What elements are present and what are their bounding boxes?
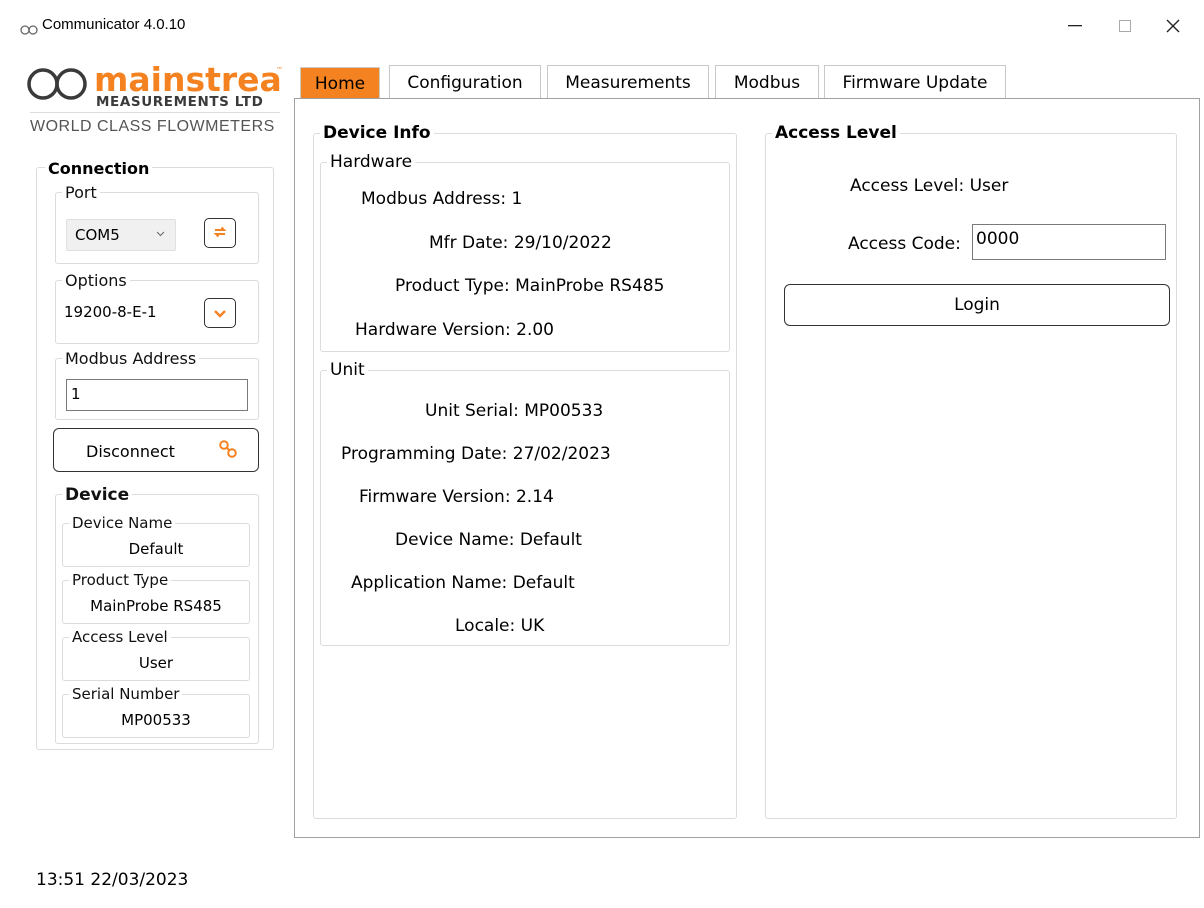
access-level-value: User <box>138 654 174 672</box>
device-name-field: Device Name Default <box>62 514 250 567</box>
connection-group: Connection Port COM5 Options 19200-8-E-1 <box>36 159 274 750</box>
modbus-address-value: 1 <box>71 385 81 403</box>
device-info-group: Device Info Hardware Modbus Address: 1 M… <box>313 123 737 819</box>
disconnect-button[interactable]: Disconnect <box>53 428 259 472</box>
status-datetime: 13:51 22/03/2023 <box>36 870 189 890</box>
serial-number-value: MP00533 <box>121 711 191 729</box>
logo-tagline: WORLD CLASS FLOWMETERS <box>30 118 275 135</box>
chevron-down-icon <box>156 227 165 240</box>
unit-programming-date: Programming Date: 27/02/2023 <box>341 444 611 464</box>
product-type-label: Product Type <box>69 571 172 589</box>
product-type-value: MainProbe RS485 <box>90 597 222 615</box>
hw-hardware-version: Hardware Version: 2.00 <box>355 320 554 340</box>
access-level-label: Access Level <box>69 628 171 646</box>
unit-serial: Unit Serial: MP00533 <box>425 401 604 421</box>
login-button[interactable]: Login <box>784 284 1170 326</box>
options-value: 19200-8-E-1 <box>64 303 157 321</box>
unit-title: Unit <box>327 360 368 380</box>
device-title: Device <box>62 485 133 505</box>
disconnect-label: Disconnect <box>86 442 175 461</box>
access-code-label: Access Code: <box>848 234 961 254</box>
tab-measurements[interactable]: Measurements <box>547 65 709 99</box>
device-info-title: Device Info <box>320 123 434 143</box>
serial-number-field: Serial Number MP00533 <box>62 685 250 738</box>
tab-configuration[interactable]: Configuration <box>389 65 541 99</box>
options-label: Options <box>62 271 130 290</box>
product-type-field: Product Type MainProbe RS485 <box>62 571 250 624</box>
company-logo: mainstream ™ MEASUREMENTS LTD WORLD CLAS… <box>26 62 282 142</box>
maximize-button[interactable] <box>1102 8 1148 44</box>
unit-device-name: Device Name: Default <box>395 530 582 550</box>
unit-locale: Locale: UK <box>455 616 545 636</box>
modbus-address-input[interactable]: 1 <box>66 379 248 411</box>
hardware-group: Hardware Modbus Address: 1 Mfr Date: 29/… <box>320 152 730 352</box>
serial-number-label: Serial Number <box>69 685 183 703</box>
options-group: Options 19200-8-E-1 <box>55 271 259 344</box>
access-level-title: Access Level <box>772 123 900 143</box>
refresh-icon <box>213 224 227 243</box>
app-icon <box>20 21 38 35</box>
hw-modbus-address: Modbus Address: 1 <box>361 189 523 209</box>
access-code-input[interactable]: 0000 <box>972 224 1166 260</box>
hardware-title: Hardware <box>327 152 416 172</box>
access-level-field: Access Level User <box>62 628 250 681</box>
title-bar: Communicator 4.0.10 <box>0 0 1204 56</box>
port-select[interactable]: COM5 <box>66 219 176 251</box>
access-level-status: Access Level: User <box>850 176 1009 196</box>
unit-application-name: Application Name: Default <box>351 573 575 593</box>
link-icon <box>218 439 238 463</box>
tab-modbus[interactable]: Modbus <box>715 65 819 99</box>
unit-firmware-version: Firmware Version: 2.14 <box>359 487 554 507</box>
modbus-address-label: Modbus Address <box>62 349 200 368</box>
connection-title: Connection <box>45 159 153 178</box>
unit-group: Unit Unit Serial: MP00533 Programming Da… <box>320 360 730 646</box>
home-tab-panel: Device Info Hardware Modbus Address: 1 M… <box>294 98 1200 838</box>
modbus-address-group: Modbus Address 1 <box>55 349 259 420</box>
refresh-ports-button[interactable] <box>204 218 236 248</box>
minimize-button[interactable] <box>1052 8 1098 44</box>
close-button[interactable] <box>1150 8 1196 44</box>
tab-firmware-update[interactable]: Firmware Update <box>824 65 1006 99</box>
access-level-group: Access Level Access Level: User Access C… <box>765 123 1177 819</box>
chevron-down-icon <box>213 304 227 323</box>
tab-home[interactable]: Home <box>300 67 380 99</box>
hw-mfr-date: Mfr Date: 29/10/2022 <box>429 233 612 253</box>
port-value: COM5 <box>75 226 120 244</box>
device-name-label: Device Name <box>69 514 176 532</box>
port-group: Port COM5 <box>55 183 259 264</box>
svg-text:™: ™ <box>276 66 282 74</box>
port-label: Port <box>62 183 100 202</box>
device-group: Device Device Name Default Product Type … <box>55 485 259 744</box>
svg-text:MEASUREMENTS LTD: MEASUREMENTS LTD <box>96 94 263 110</box>
hw-product-type: Product Type: MainProbe RS485 <box>395 276 665 296</box>
device-name-value: Default <box>128 540 184 558</box>
window-title: Communicator 4.0.10 <box>42 16 186 33</box>
options-expand-button[interactable] <box>204 298 236 328</box>
access-code-value: 0000 <box>976 229 1020 249</box>
